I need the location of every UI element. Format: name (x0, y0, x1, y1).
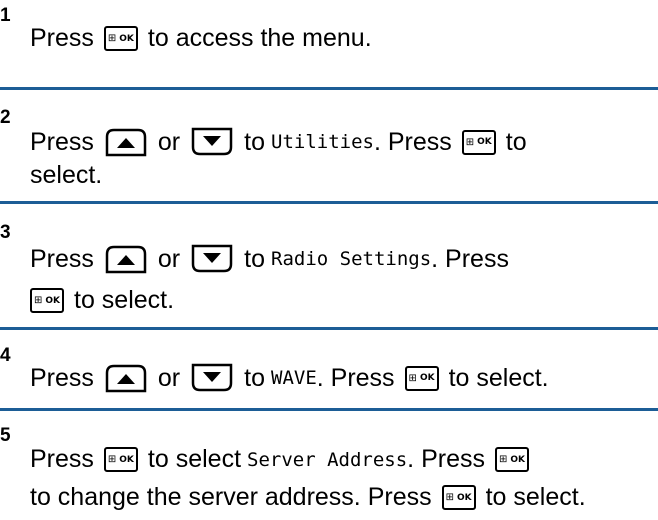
text-segment: Press (30, 363, 94, 392)
text-segment: Press (30, 445, 94, 473)
separator (0, 408, 658, 411)
ok-key-icon: ⊞ OK (103, 26, 138, 51)
step-text-line: ⊞ OK to select. (20, 286, 654, 315)
down-arrow-key-icon (191, 363, 233, 392)
procedure-steps: 1 Press ⊞ OK to access the menu. 2 Press … (0, 0, 658, 520)
text-segment: . Press (407, 445, 485, 473)
text-segment: or (157, 127, 181, 156)
text-segment: to (244, 363, 265, 392)
text-segment: . Press (316, 363, 395, 392)
step-1: 1 Press ⊞ OK to access the menu. (0, 0, 658, 80)
text-segment: . Press (373, 127, 452, 156)
step-number: 5 (0, 425, 11, 446)
menu-item-name: Utilities (271, 131, 374, 153)
step-number: 1 (0, 5, 11, 26)
up-arrow-key-icon (105, 128, 147, 157)
ok-key-icon: ⊞ OK (103, 447, 138, 472)
text-segment: Press (30, 244, 94, 273)
step-number: 3 (0, 222, 11, 243)
step-text-line: to change the server address. Press ⊞ OK … (30, 483, 654, 512)
separator (0, 87, 658, 90)
separator (0, 327, 658, 330)
text-segment: to select (147, 445, 242, 473)
menu-item-name: Radio Settings (271, 248, 432, 270)
step-number: 2 (0, 107, 11, 128)
text-segment: to (244, 127, 265, 156)
step-text-line: Press ⊞ OK to access the menu. (30, 24, 654, 53)
step-3: 3 Press or to Radio Settings . Press ⊞ OK… (0, 210, 658, 320)
ok-key-icon: ⊞ OK (404, 365, 439, 391)
text-segment: to select. (74, 286, 175, 314)
step-text-line: select. (30, 161, 654, 190)
step-4: 4 Press or to WAVE . Press ⊞ OK to select… (0, 335, 658, 405)
ok-key-icon: ⊞ OK (441, 485, 476, 510)
step-text-line: Press or to Radio Settings . Press (30, 244, 654, 274)
up-arrow-key-icon (105, 245, 147, 274)
step-number: 4 (0, 345, 11, 366)
text-segment: . Press (431, 244, 509, 273)
text-segment: to (244, 244, 265, 273)
text-segment: or (157, 244, 181, 273)
text-segment: to (505, 127, 527, 156)
step-text-line: Press or to WAVE . Press ⊞ OK to select. (30, 363, 654, 393)
text-segment: Press (30, 24, 94, 52)
step-2: 2 Press or to Utilities . Press ⊞ OK to s… (0, 95, 658, 215)
text-segment: or (157, 363, 181, 392)
step-text-line: Press or to Utilities . Press ⊞ OK to (30, 127, 654, 157)
step-5: 5 Press ⊞ OK to select Server Address . P… (0, 415, 658, 520)
down-arrow-key-icon (191, 127, 233, 156)
text-segment: select. (30, 161, 103, 189)
menu-item-name: WAVE (271, 367, 317, 389)
ok-key-icon: ⊞ OK (30, 288, 64, 313)
text-segment: to select. (448, 363, 549, 392)
ok-key-icon: ⊞ OK (461, 129, 496, 155)
text-segment: Press (30, 127, 94, 156)
step-text-line: Press ⊞ OK to select Server Address . Pre… (30, 445, 654, 474)
text-segment: to access the menu. (147, 24, 372, 52)
text-segment: to change the server address. Press (30, 483, 432, 511)
up-arrow-key-icon (105, 364, 147, 393)
down-arrow-key-icon (191, 244, 233, 273)
separator (0, 201, 658, 204)
ok-key-icon: ⊞ OK (494, 447, 529, 472)
menu-item-name: Server Address (247, 448, 408, 471)
text-segment: to select. (485, 483, 586, 511)
